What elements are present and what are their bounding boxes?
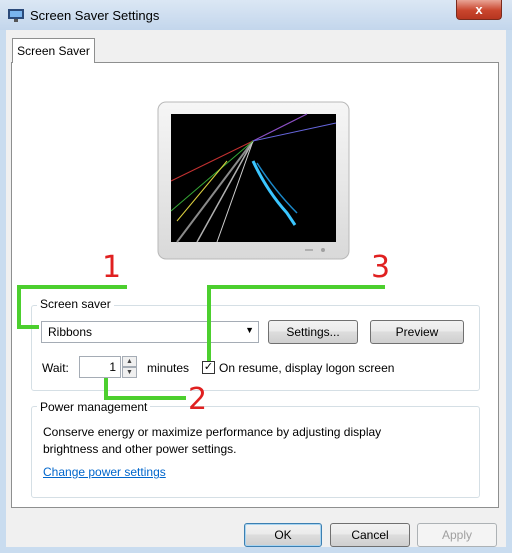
wait-minutes-input[interactable]: 1: [79, 356, 121, 378]
annotation-number-2: 2: [188, 382, 208, 417]
close-button[interactable]: x: [456, 0, 502, 20]
apply-button[interactable]: Apply: [417, 523, 497, 547]
wait-minutes-spinner: ▲ ▼: [122, 356, 137, 378]
tab-screen-saver[interactable]: Screen Saver: [12, 38, 95, 63]
annotation-3-line-horizontal: [207, 285, 385, 289]
change-power-settings-link[interactable]: Change power settings: [43, 465, 166, 479]
power-description: Conserve energy or maximize performance …: [43, 425, 382, 456]
annotation-number-1: 1: [102, 250, 122, 285]
screen-saver-dropdown[interactable]: Ribbons ▼: [41, 321, 259, 343]
close-icon: x: [475, 2, 483, 17]
ok-button[interactable]: OK: [244, 523, 322, 547]
screen-saver-settings-window: Screen Saver Settings x Screen Saver Scr: [0, 0, 512, 553]
annotation-3-line-vertical: [207, 285, 211, 361]
minutes-label: minutes: [147, 361, 190, 375]
preview-button[interactable]: Preview: [370, 320, 464, 344]
chevron-down-icon: ▼: [245, 325, 254, 335]
screen-saver-selected-value: Ribbons: [48, 325, 93, 339]
annotation-1-line-vertical: [17, 285, 21, 329]
window-title: Screen Saver Settings: [30, 8, 160, 23]
screen-saver-app-icon: [8, 9, 24, 22]
spin-up-icon[interactable]: ▲: [122, 356, 137, 367]
annotation-number-3: 3: [371, 250, 391, 285]
wait-minutes-value: 1: [109, 360, 116, 374]
annotation-2-line-horizontal: [104, 396, 186, 400]
monitor-preview: [157, 101, 350, 260]
annotation-1-line-horizontal: [17, 285, 127, 289]
wait-label: Wait:: [42, 361, 69, 375]
title-bar[interactable]: Screen Saver Settings x: [0, 0, 512, 30]
cancel-button[interactable]: Cancel: [330, 523, 410, 547]
screen-saver-group: [31, 305, 480, 391]
resume-logon-checkbox[interactable]: ✓: [202, 361, 215, 374]
annotation-1-line-tail: [17, 325, 39, 329]
spin-down-icon[interactable]: ▼: [122, 367, 137, 378]
power-management-group-label: Power management: [37, 400, 151, 414]
settings-button[interactable]: Settings...: [268, 320, 358, 344]
resume-logon-label[interactable]: On resume, display logon screen: [219, 361, 394, 375]
checkmark-icon: ✓: [203, 361, 214, 373]
screen-saver-group-label: Screen saver: [37, 297, 114, 311]
